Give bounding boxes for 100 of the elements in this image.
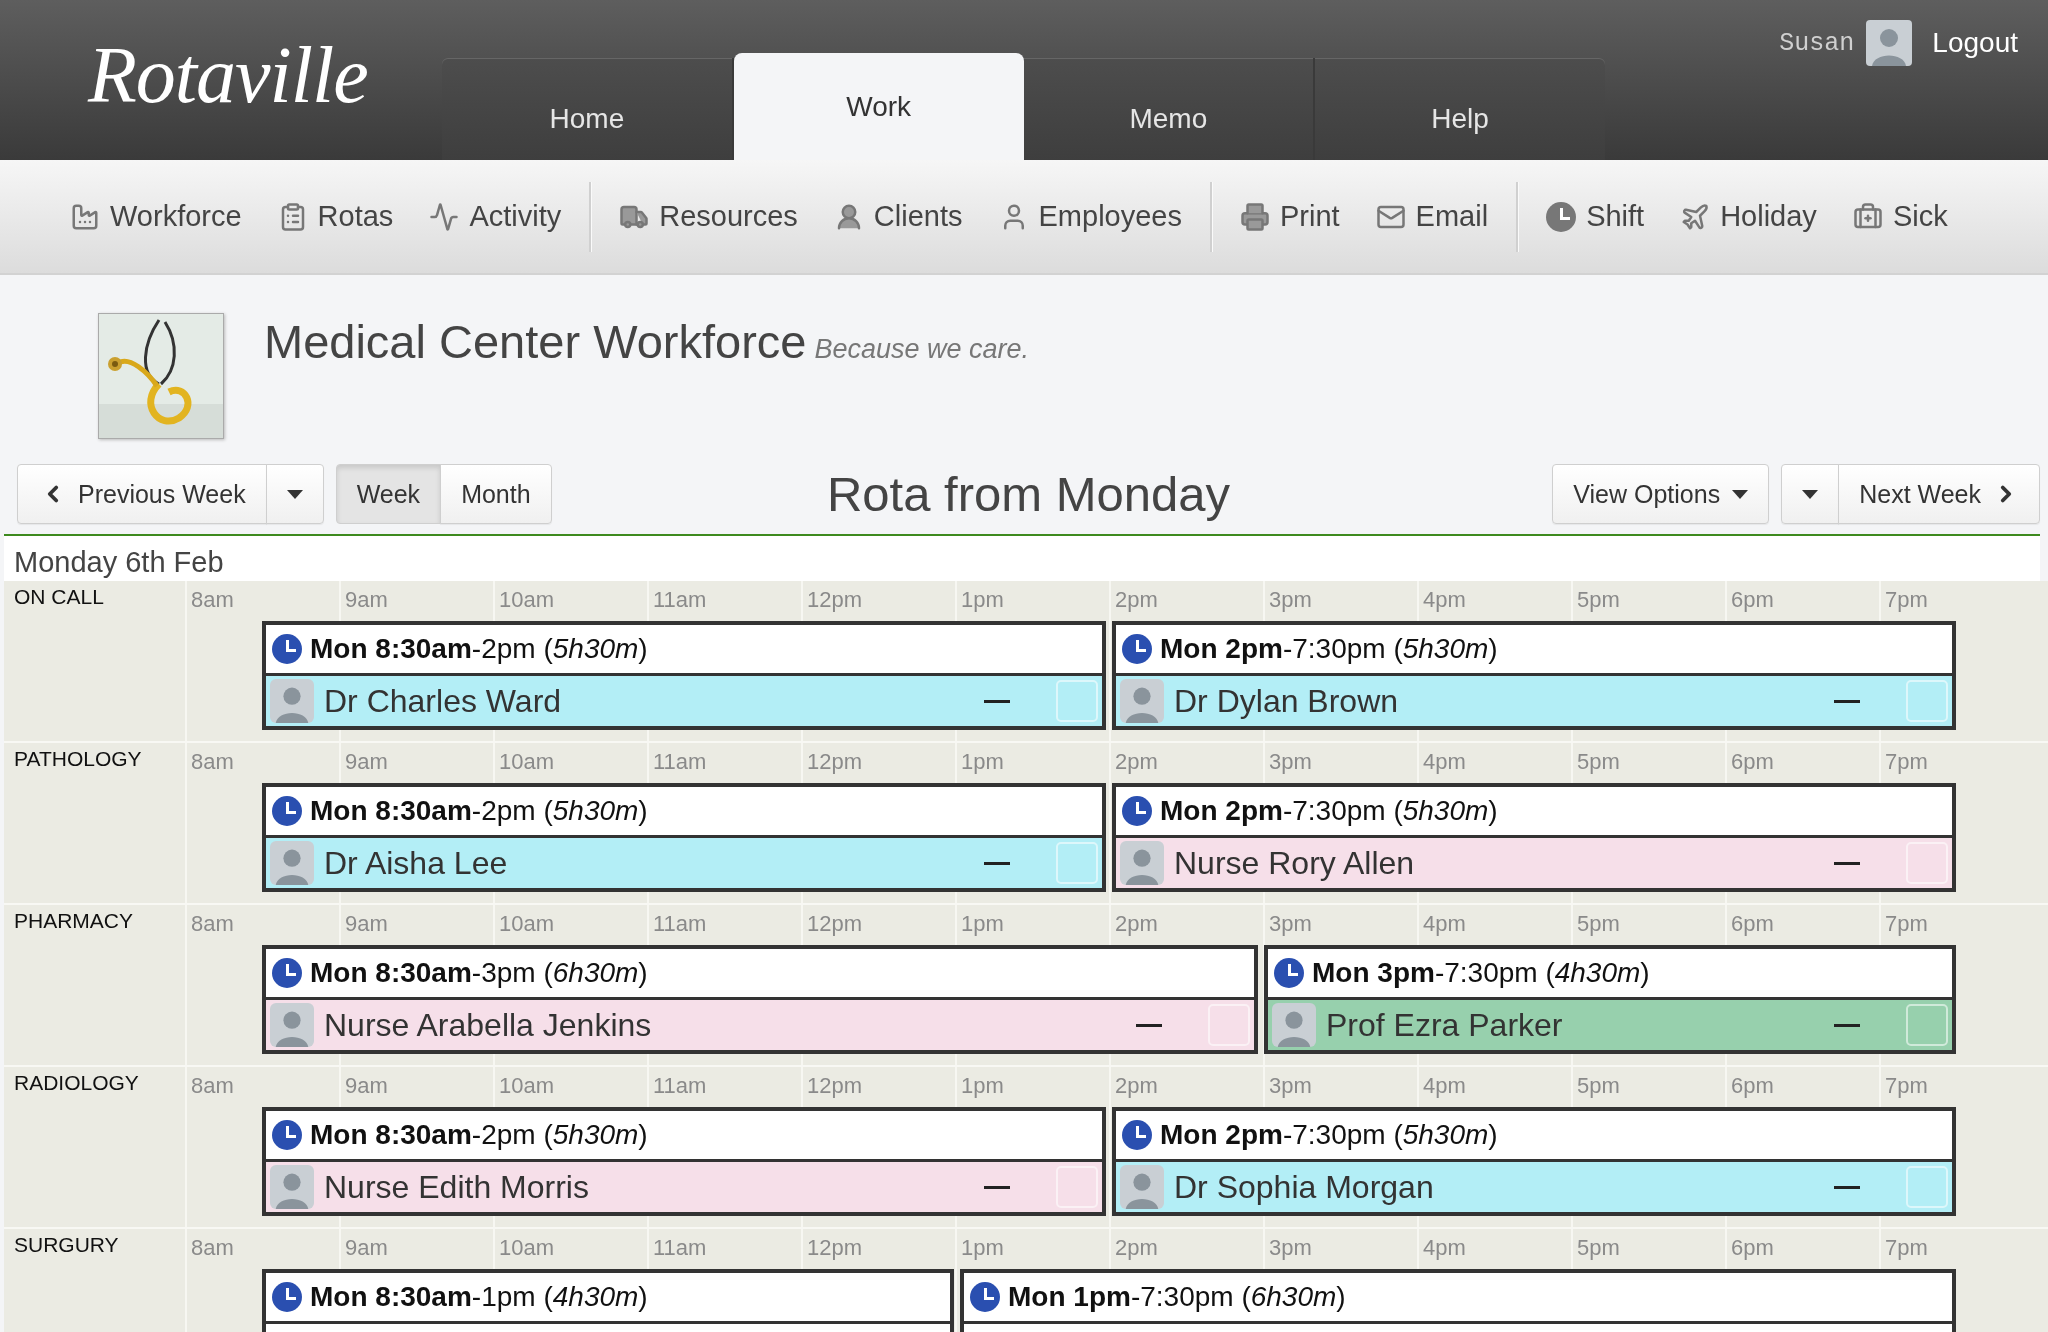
minus-icon[interactable] — [984, 861, 1010, 865]
previous-menu-button[interactable] — [265, 464, 324, 524]
next-menu-button[interactable] — [1781, 464, 1840, 524]
hour-label: 1pm — [961, 749, 1004, 774]
department-name: ON CALL — [13, 584, 105, 610]
person-name: Dr Sophia Morgan — [1174, 1168, 1434, 1206]
view-options-button[interactable]: View Options — [1552, 464, 1770, 524]
toolbar-item[interactable]: Employees — [980, 200, 1200, 233]
minus-icon[interactable] — [1834, 1023, 1860, 1027]
checkbox[interactable] — [1906, 1166, 1948, 1208]
clock-icon — [272, 796, 302, 826]
plane-icon — [1680, 201, 1711, 232]
hour-label: 3pm — [1269, 749, 1312, 774]
shift-card[interactable]: Mon 8:30am-2pm (5h30m) Dr Aisha Lee — [262, 783, 1106, 892]
toolbar-item[interactable]: Activity — [411, 200, 580, 233]
hour-label: 8am — [191, 1073, 234, 1098]
hour-label: 7pm — [1885, 749, 1928, 774]
shift-card[interactable]: Mon 8:30am-1pm (4h30m) — [262, 1269, 954, 1332]
toolbar-item[interactable]: Print — [1221, 200, 1358, 233]
hour-label: 3pm — [1269, 587, 1312, 612]
shift-time: Mon 2pm-7:30pm (5h30m) — [1160, 795, 1498, 827]
shift-card[interactable]: Mon 8:30am-2pm (5h30m) Nurse Edith Morris — [262, 1107, 1106, 1216]
toolbar-item[interactable]: Workforce — [52, 200, 260, 233]
caret-icon — [286, 489, 303, 499]
nav-tab[interactable]: Work — [733, 53, 1024, 160]
nav-tab[interactable]: Help — [1315, 58, 1605, 160]
view-toggle[interactable]: Month — [440, 464, 552, 524]
hour-label: 9am — [345, 749, 388, 774]
department-name: SURGURY — [13, 1232, 120, 1258]
hour-label: 6pm — [1731, 587, 1774, 612]
hour-label: 12pm — [807, 1073, 863, 1098]
pulse-icon — [429, 201, 460, 232]
view-toggle[interactable]: Week — [335, 464, 442, 524]
department-name: RADIOLOGY — [13, 1070, 140, 1096]
hour-label: 3pm — [1269, 911, 1312, 936]
logo[interactable]: Rotaville — [0, 29, 442, 121]
person-name: Nurse Edith Morris — [324, 1168, 589, 1206]
shift-time: Mon 8:30am-2pm (5h30m) — [310, 633, 648, 665]
hour-label: 2pm — [1115, 587, 1158, 612]
hour-label: 4pm — [1423, 1235, 1466, 1260]
shift-card[interactable]: Mon 2pm-7:30pm (5h30m) Dr Dylan Brown — [1112, 621, 1956, 730]
next-week-button[interactable]: Next Week — [1838, 464, 2040, 524]
printer-icon — [1239, 201, 1270, 232]
shift-card[interactable]: Mon 2pm-7:30pm (5h30m) Dr Sophia Morgan — [1112, 1107, 1956, 1216]
logout-link[interactable]: Logout — [1932, 27, 2018, 59]
clock-icon — [272, 1282, 302, 1312]
clock-icon — [272, 958, 302, 988]
avatar-icon — [1120, 1165, 1164, 1209]
shift-time: Mon 8:30am-1pm (4h30m) — [310, 1281, 648, 1313]
hour-label: 2pm — [1115, 749, 1158, 774]
hour-label: 4pm — [1423, 587, 1466, 612]
hour-label: 6pm — [1731, 1073, 1774, 1098]
hour-label: 6pm — [1731, 1235, 1774, 1260]
toolbar-item[interactable]: Shift — [1528, 200, 1663, 233]
organisation-title: Medical Center Workforce — [264, 314, 807, 369]
shift-card[interactable]: Mon 3pm-7:30pm (4h30m) Prof Ezra Parker — [1264, 945, 1956, 1054]
minus-icon[interactable] — [1834, 699, 1860, 703]
avatar-icon — [270, 1003, 314, 1047]
checkbox[interactable] — [1906, 680, 1948, 722]
minus-icon[interactable] — [1834, 861, 1860, 865]
hour-label: 12pm — [807, 749, 863, 774]
clock-icon — [1122, 1120, 1152, 1150]
checkbox[interactable] — [1906, 1004, 1948, 1046]
checkbox[interactable] — [1056, 680, 1098, 722]
date-heading: Monday 6th Feb — [14, 546, 224, 578]
hour-label: 3pm — [1269, 1235, 1312, 1260]
department-name: PHARMACY — [13, 908, 135, 934]
toolbar-item[interactable]: Rotas — [259, 200, 412, 233]
hour-label: 10am — [499, 1235, 555, 1260]
toolbar-item[interactable]: Sick — [1834, 200, 1966, 233]
checkbox[interactable] — [1056, 842, 1098, 884]
hour-label: 7pm — [1885, 1235, 1928, 1260]
avatar-icon — [270, 1165, 314, 1209]
hour-label: 9am — [345, 1235, 388, 1260]
shift-card[interactable]: Mon 8:30am-2pm (5h30m) Dr Charles Ward — [262, 621, 1106, 730]
hour-label: 9am — [345, 1073, 388, 1098]
shift-card[interactable]: Mon 8:30am-3pm (6h30m) Nurse Arabella Jenkins — [262, 945, 1258, 1054]
hour-label: 4pm — [1423, 1073, 1466, 1098]
hour-label: 4pm — [1423, 749, 1466, 774]
toolbar-item[interactable]: Clients — [815, 200, 981, 233]
hour-label: 8am — [191, 1235, 234, 1260]
shift-card[interactable]: Mon 2pm-7:30pm (5h30m) Nurse Rory Allen — [1112, 783, 1956, 892]
previous-week-button[interactable]: Previous Week — [17, 464, 267, 524]
hour-label: 4pm — [1423, 911, 1466, 936]
hour-label: 9am — [345, 587, 388, 612]
avatar-icon — [1272, 1003, 1316, 1047]
toolbar-item[interactable]: Email — [1357, 200, 1507, 233]
toolbar-item[interactable]: Holiday — [1662, 200, 1835, 233]
avatar-icon — [270, 679, 314, 723]
minus-icon[interactable] — [1834, 1185, 1860, 1189]
toolbar-item[interactable]: Resources — [601, 200, 816, 233]
hour-label: 10am — [499, 911, 555, 936]
minus-icon[interactable] — [984, 1185, 1010, 1189]
shift-time: Mon 2pm-7:30pm (5h30m) — [1160, 1119, 1498, 1151]
hour-label: 8am — [191, 749, 234, 774]
minus-icon[interactable] — [984, 699, 1010, 703]
minus-icon[interactable] — [1136, 1023, 1162, 1027]
person-name: Nurse Arabella Jenkins — [324, 1006, 652, 1044]
hour-label: 5pm — [1577, 587, 1620, 612]
shift-card[interactable]: Mon 1pm-7:30pm (6h30m) — [960, 1269, 1956, 1332]
